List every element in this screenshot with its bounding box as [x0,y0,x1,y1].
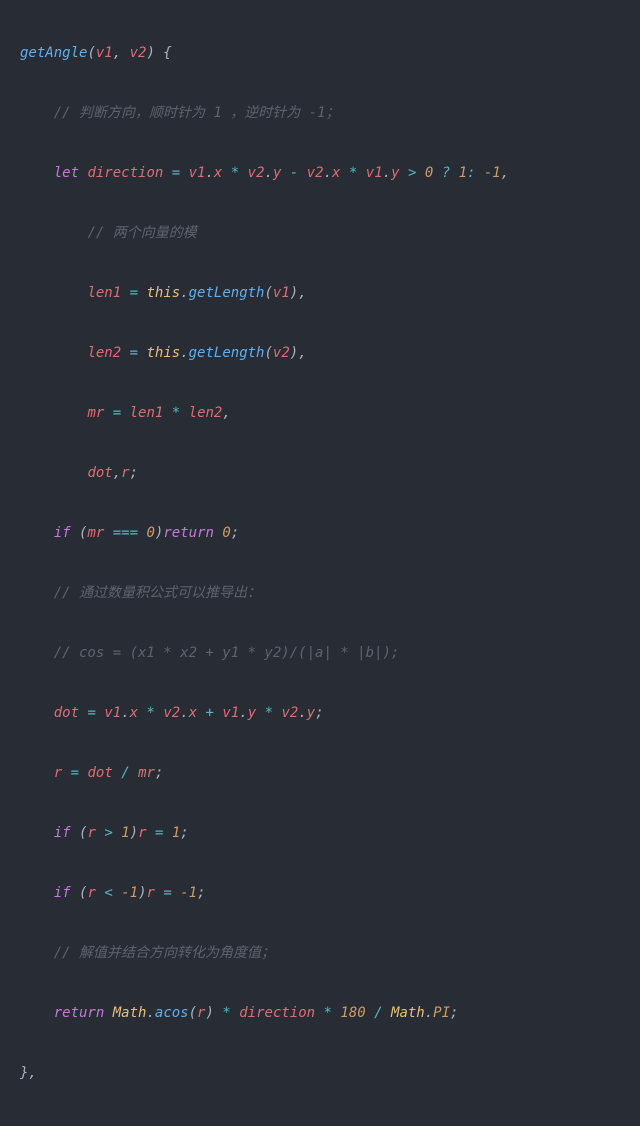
code-line: }, [20,1058,640,1088]
code-line: dot,r; [20,458,640,488]
function-name: getAngle [20,45,87,61]
comment: // 判断方向，顺时针为 1 ，逆时针为 -1； [54,105,340,121]
code-line: return Math.acos(r) * direction * 180 / … [20,998,640,1028]
code-line: if (mr === 0)return 0; [20,518,640,548]
code-line: // 通过数量积公式可以推导出： [20,578,640,608]
code-line: r = dot / mr; [20,758,640,788]
code-line: // cos = (x1 * x2 + y1 * y2)/(|a| * |b|)… [20,638,640,668]
code-line: len1 = this.getLength(v1), [20,278,640,308]
comment: // 解值并结合方向转化为角度值； [54,945,275,961]
code-line: len2 = this.getLength(v2), [20,338,640,368]
code-line: dot = v1.x * v2.x + v1.y * v2.y; [20,698,640,728]
code-line: if (r < -1)r = -1; [20,878,640,908]
code-line: let direction = v1.x * v2.y - v2.x * v1.… [20,158,640,188]
code-line: getAngle(v1, v2) { [20,38,640,68]
comment: // 通过数量积公式可以推导出： [54,585,261,601]
code-editor: getAngle(v1, v2) { // 判断方向，顺时针为 1 ，逆时针为 … [0,0,640,1126]
comment: // 两个向量的模 [87,225,196,241]
code-line: if (r > 1)r = 1; [20,818,640,848]
code-line: // 两个向量的模 [20,218,640,248]
code-line: // 判断方向，顺时针为 1 ，逆时针为 -1； [20,98,640,128]
code-line: mr = len1 * len2, [20,398,640,428]
code-line: // 解值并结合方向转化为角度值； [20,938,640,968]
comment: // cos = (x1 * x2 + y1 * y2)/(|a| * |b|)… [54,645,400,661]
